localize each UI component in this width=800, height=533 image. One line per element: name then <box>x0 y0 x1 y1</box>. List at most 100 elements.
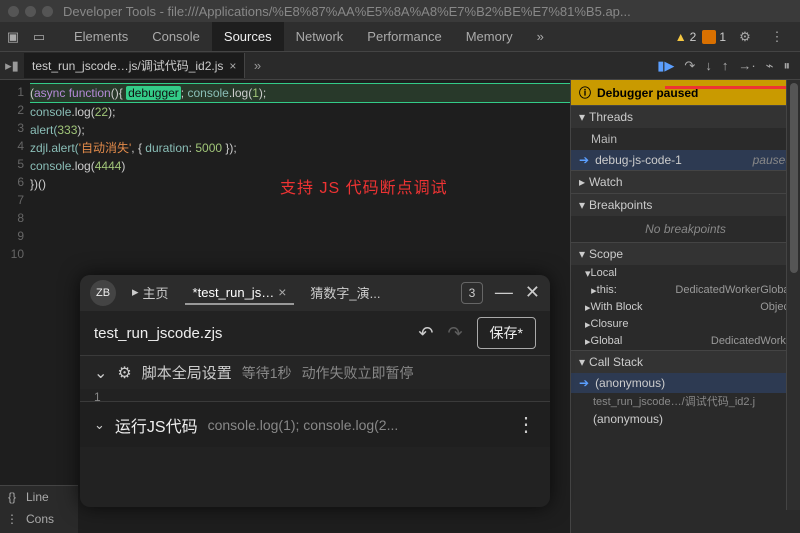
step-into-icon[interactable]: ↓ <box>705 58 712 73</box>
console-drawer-icon[interactable]: ⋮ <box>4 512 20 526</box>
window-titlebar: Developer Tools - file:///Applications/%… <box>0 0 800 22</box>
chevron-down-icon: ▾ <box>579 355 585 369</box>
tab-network[interactable]: Network <box>284 22 356 51</box>
callstack-frame[interactable]: (anonymous) <box>571 409 800 429</box>
settings-icon[interactable]: ⚙ <box>732 24 758 50</box>
app-logo-icon[interactable]: ZB <box>90 280 116 306</box>
warning-badge[interactable]: ▲2 <box>675 30 697 44</box>
chevron-down-icon: ⌄ <box>94 363 107 383</box>
step-number: 1 <box>94 390 101 404</box>
scrollbar[interactable] <box>786 80 800 510</box>
tab-elements[interactable]: Elements <box>62 22 140 51</box>
tab-performance[interactable]: Performance <box>355 22 453 51</box>
file-tab-close-icon[interactable]: × <box>229 59 236 73</box>
step-row[interactable]: 1 ⌄ 运行JS代码 console.log(1); console.log(2… <box>80 401 550 447</box>
watch-header[interactable]: ▸Watch <box>571 170 800 193</box>
overlay-app-window[interactable]: ZB ▸主页 *test_run_js…× 猜数字_演... 3 — ✕ tes… <box>80 275 550 507</box>
close-dot[interactable] <box>8 6 19 17</box>
navigator-toggle-icon[interactable]: ▸▮ <box>0 58 24 74</box>
step-preview: console.log(1); console.log(2... <box>208 417 506 433</box>
close-icon[interactable]: ✕ <box>525 282 540 304</box>
code-line-3: console.log(22); <box>30 103 570 121</box>
device-icon[interactable]: ▭ <box>26 24 52 50</box>
chevron-down-icon: ▾ <box>579 110 585 124</box>
code-line-9: console.log(4444) <box>30 157 570 175</box>
undo-icon[interactable]: ↶ <box>418 323 433 344</box>
error-icon <box>702 30 716 44</box>
console-label[interactable]: Cons <box>26 512 54 526</box>
inspect-icon[interactable]: ▣ <box>0 24 26 50</box>
red-annotation: 支持 JS 代码断点调试 <box>280 174 448 198</box>
pause-exceptions-icon[interactable]: ⏸ <box>784 58 791 74</box>
bottom-drawer: {}Line ⋮Cons <box>0 485 78 533</box>
step-label: 运行JS代码 <box>115 413 198 437</box>
file-tab-overflow[interactable]: » <box>245 58 269 73</box>
chevron-right-icon: ▸ <box>579 175 585 189</box>
overlay-tab-close-icon[interactable]: × <box>278 284 286 300</box>
scrollbar-thumb[interactable] <box>790 83 798 273</box>
save-button[interactable]: 保存* <box>477 317 536 349</box>
braces-icon[interactable]: {} <box>4 490 20 504</box>
line-gutter: 12345678910 <box>0 80 30 263</box>
tab-overflow[interactable]: » <box>525 22 556 51</box>
global-settings-label: 脚本全局设置 <box>142 362 232 383</box>
overlay-tabbar: ZB ▸主页 *test_run_js…× 猜数字_演... 3 — ✕ <box>80 275 550 311</box>
window-title: Developer Tools - file:///Applications/%… <box>63 4 631 19</box>
paused-banner: ⓘDebugger paused <box>571 80 800 105</box>
global-settings-row[interactable]: ⌄ ⚙ 脚本全局设置 等待1秒 动作失败立即暂停 <box>80 355 550 389</box>
debugger-panel: ⓘDebugger paused ▾Threads Main ➔ debug-j… <box>570 80 800 533</box>
code-line-7: zdjl.alert('自动消失', { duration: 5000 }); <box>30 139 570 157</box>
callstack-header[interactable]: ▾Call Stack <box>571 350 800 373</box>
info-icon: ⓘ <box>579 84 591 101</box>
annotation-underline <box>665 86 800 89</box>
step-menu-icon[interactable]: ⋮ <box>516 412 536 437</box>
breakpoints-header[interactable]: ▾Breakpoints <box>571 193 800 216</box>
threads-header[interactable]: ▾Threads <box>571 105 800 128</box>
max-dot[interactable] <box>42 6 53 17</box>
step-over-icon[interactable]: ↷ <box>684 58 695 74</box>
file-tabs-row: ▸▮ test_run_jscode…js/调试代码_id2.js × » ▮▶… <box>0 52 800 80</box>
file-tab-label: test_run_jscode…js/调试代码_id2.js <box>32 57 223 74</box>
global-settings-hint1: 等待1秒 <box>242 363 292 383</box>
resume-icon[interactable]: ▮▶ <box>657 58 674 74</box>
thread-main[interactable]: Main <box>571 128 800 150</box>
minimize-icon[interactable]: — <box>495 282 513 304</box>
file-tab[interactable]: test_run_jscode…js/调试代码_id2.js × <box>24 53 245 78</box>
current-arrow-icon: ➔ <box>579 153 589 167</box>
traffic-lights <box>8 6 53 17</box>
devtools-toolbar: ▣ ▭ Elements Console Sources Network Per… <box>0 22 800 52</box>
callstack-current[interactable]: ➔ (anonymous) <box>571 373 800 393</box>
warning-count: 2 <box>690 30 697 44</box>
overlay-tab-active[interactable]: *test_run_js…× <box>185 281 295 305</box>
code-line-5: alert(333); <box>30 121 570 139</box>
gear-icon: ⚙ <box>117 363 131 383</box>
chevron-down-icon: ⌄ <box>94 417 105 433</box>
error-count: 1 <box>719 30 726 44</box>
overlay-title: test_run_jscode.zjs <box>94 325 222 342</box>
no-breakpoints: No breakpoints <box>571 216 800 242</box>
deactivate-bp-icon[interactable]: ⌁ <box>766 58 774 74</box>
tab-sources[interactable]: Sources <box>212 22 284 51</box>
tab-console[interactable]: Console <box>140 22 212 51</box>
chevron-down-icon: ▾ <box>579 247 585 261</box>
min-dot[interactable] <box>25 6 36 17</box>
scope-closure[interactable]: ▸ Closure <box>571 316 800 333</box>
chevron-down-icon: ▾ <box>579 198 585 212</box>
tab-memory[interactable]: Memory <box>454 22 525 51</box>
scope-with-block[interactable]: ▸ With BlockObject <box>571 299 800 316</box>
redo-icon[interactable]: ↷ <box>447 323 462 344</box>
current-arrow-icon: ➔ <box>579 376 589 390</box>
error-badge[interactable]: 1 <box>702 30 726 44</box>
step-out-icon[interactable]: ↑ <box>722 58 729 73</box>
thread-current[interactable]: ➔ debug-js-code-1 paused <box>571 150 800 170</box>
step-icon[interactable]: →· <box>738 58 755 73</box>
scope-header[interactable]: ▾Scope <box>571 242 800 265</box>
scope-global[interactable]: ▸ GlobalDedicatedWorke <box>571 333 800 350</box>
callstack-current-file: test_run_jscode…/调试代码_id2.j <box>571 393 800 409</box>
scope-this[interactable]: ▸ this: DedicatedWorkerGlobal <box>571 282 800 299</box>
kebab-icon[interactable]: ⋮ <box>764 24 790 50</box>
overlay-tab-other[interactable]: 猜数字_演... <box>302 280 388 307</box>
overlay-tab-home[interactable]: ▸主页 <box>124 280 177 307</box>
scope-local[interactable]: ▾ Local <box>571 265 800 282</box>
copy-badge[interactable]: 3 <box>461 282 483 304</box>
